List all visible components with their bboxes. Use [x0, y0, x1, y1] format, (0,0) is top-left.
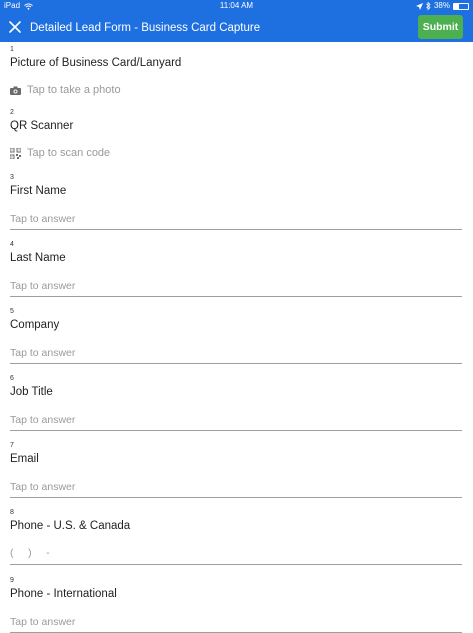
phone-mask: ( ) - — [10, 547, 50, 559]
battery-icon — [453, 2, 469, 10]
question-number: 9 — [10, 577, 14, 584]
question-number: 5 — [10, 308, 14, 315]
email-input[interactable] — [10, 476, 462, 498]
question-label: Last Name — [10, 252, 66, 264]
first-name-input[interactable] — [10, 208, 462, 230]
question-number: 3 — [10, 174, 14, 181]
question-number: 4 — [10, 241, 14, 248]
clock: 11:04 AM — [219, 1, 254, 10]
scan-code-label: Tap to scan code — [27, 147, 111, 159]
question-label: Company — [10, 319, 60, 331]
location-arrow-icon — [415, 2, 423, 10]
question-number: 8 — [10, 509, 14, 516]
bluetooth-icon — [426, 2, 431, 10]
company-input[interactable] — [10, 342, 462, 364]
question-label: Phone - U.S. & Canada — [10, 520, 131, 532]
nav-bar: Detailed Lead Form - Business Card Captu… — [0, 14, 473, 42]
last-name-input[interactable] — [10, 275, 462, 297]
camera-icon — [10, 86, 21, 95]
question-number: 2 — [10, 109, 14, 116]
job-title-input[interactable] — [10, 409, 462, 431]
close-button[interactable] — [6, 18, 24, 36]
qr-code-icon — [10, 147, 21, 159]
question-number: 7 — [10, 442, 14, 449]
status-right: 38% — [415, 0, 469, 12]
take-photo-button[interactable]: Tap to take a photo — [10, 83, 121, 97]
status-bar: iPad 11:04 AM 38% — [0, 0, 473, 12]
question-label: First Name — [10, 185, 67, 197]
question-label: Picture of Business Card/Lanyard — [10, 57, 182, 69]
top-bar: iPad 11:04 AM 38% Detailed Lead Form - B… — [0, 0, 473, 42]
submit-button[interactable]: Submit — [418, 15, 463, 39]
question-number: 6 — [10, 375, 14, 382]
question-label: Job Title — [10, 386, 53, 398]
question-label: QR Scanner — [10, 120, 74, 132]
page-title: Detailed Lead Form - Business Card Captu… — [30, 22, 261, 34]
question-number: 1 — [10, 46, 14, 53]
battery-percent: 38% — [433, 1, 450, 10]
phone-us-canada-input[interactable]: ( ) - — [10, 543, 462, 565]
scan-code-button[interactable]: Tap to scan code — [10, 146, 110, 160]
question-label: Phone - International — [10, 588, 117, 600]
question-label: Email — [10, 453, 39, 465]
take-photo-label: Tap to take a photo — [27, 84, 121, 96]
close-icon — [9, 21, 21, 33]
